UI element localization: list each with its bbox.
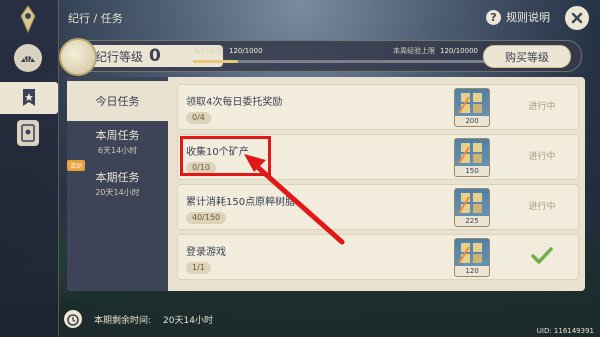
remaining-time-value: 20天14小时 xyxy=(163,316,213,326)
remaining-time: 本期剩余时间: 20天14小时 xyxy=(94,313,213,326)
timer-icon xyxy=(64,310,82,328)
remaining-time-label: 本期剩余时间: xyxy=(94,316,152,326)
uid-label: UID: 116149391 xyxy=(536,327,594,335)
annotation-arrow-icon xyxy=(244,154,345,245)
